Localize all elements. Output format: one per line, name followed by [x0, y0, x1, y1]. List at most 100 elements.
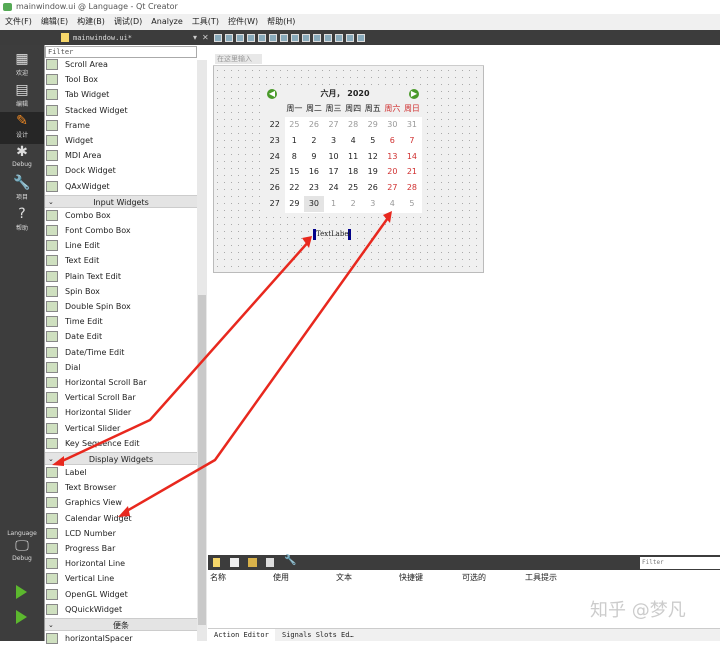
calendar-day[interactable]: 5 — [402, 196, 422, 212]
widget-item[interactable]: Progress Bar — [46, 541, 196, 556]
menu-item[interactable]: 构建(B) — [77, 14, 105, 30]
widget-item[interactable]: OpenGL Widget — [46, 587, 196, 602]
calendar-day[interactable]: 19 — [363, 164, 383, 180]
widget-item[interactable]: Stacked Widget — [46, 103, 196, 118]
widget-item[interactable]: Horizontal Line — [46, 556, 196, 571]
calendar-day[interactable]: 8 — [285, 149, 305, 165]
widget-item[interactable]: Graphics View — [46, 495, 196, 510]
column-header[interactable]: 快捷键 — [399, 572, 423, 583]
calendar-day[interactable]: 30 — [383, 117, 403, 133]
calendar-day[interactable]: 10 — [324, 149, 344, 165]
widget-item[interactable]: Time Edit — [46, 314, 196, 329]
layout-tool-icon[interactable] — [312, 33, 321, 42]
type-here-menu[interactable]: 在这里输入 — [215, 54, 262, 64]
calendar-month-year[interactable]: 六月， 2020 — [300, 88, 390, 99]
layout-tool-icon[interactable] — [213, 33, 222, 42]
calendar-day[interactable]: 2 — [304, 133, 324, 149]
calendar-day[interactable]: 1 — [285, 133, 305, 149]
menu-item[interactable]: 帮助(H) — [267, 14, 295, 30]
calendar-day[interactable]: 23 — [304, 180, 324, 196]
calendar-day[interactable]: 4 — [343, 133, 363, 149]
calendar-day[interactable]: 31 — [402, 117, 422, 133]
calendar-day[interactable]: 6 — [383, 133, 403, 149]
file-tab[interactable]: mainwindow.ui* — [73, 34, 193, 42]
text-label-widget[interactable]: TextLabel — [313, 229, 351, 240]
calendar-day[interactable]: 21 — [402, 164, 422, 180]
widget-item[interactable]: Vertical Slider — [46, 421, 196, 436]
mode-bug[interactable]: ✱ Debug — [0, 143, 44, 175]
layout-tool-icon[interactable] — [290, 33, 299, 42]
widget-item[interactable]: Frame — [46, 118, 196, 133]
mode-wrench[interactable]: 🔧 项目 — [0, 174, 44, 206]
menu-item[interactable]: 编辑(E) — [41, 14, 68, 30]
scrollbar-thumb[interactable] — [198, 295, 206, 625]
calendar-day[interactable]: 26 — [363, 180, 383, 196]
calendar-day[interactable]: 24 — [324, 180, 344, 196]
calendar-day[interactable]: 29 — [285, 196, 305, 212]
widget-item[interactable]: Vertical Line — [46, 571, 196, 586]
widget-item[interactable]: Key Sequence Edit — [46, 436, 196, 451]
column-header[interactable]: 工具提示 — [525, 572, 557, 583]
calendar-day[interactable]: 9 — [304, 149, 324, 165]
widget-category-header[interactable]: ⌄ Input Widgets — [45, 194, 197, 208]
widget-item[interactable]: Plain Text Edit — [46, 269, 196, 284]
widget-item[interactable]: QAxWidget — [46, 179, 196, 194]
mode-grid[interactable]: ▦ 欢迎 — [0, 50, 44, 82]
prev-month-icon[interactable]: ◀ — [267, 89, 277, 99]
menu-item[interactable]: Analyze — [151, 14, 183, 30]
widget-item[interactable]: Widget — [46, 133, 196, 148]
calendar-day[interactable]: 20 — [383, 164, 403, 180]
close-icon[interactable]: ✕ — [202, 33, 209, 42]
new-action-icon[interactable] — [213, 558, 220, 567]
calendar-day[interactable]: 13 — [383, 149, 403, 165]
calendar-day[interactable]: 3 — [363, 196, 383, 212]
layout-tool-icon[interactable] — [279, 33, 288, 42]
column-header[interactable]: 名称 — [210, 572, 226, 583]
mode-document[interactable]: ▤ 编辑 — [0, 81, 44, 113]
kit-selector[interactable]: Language 🖵 Debug — [0, 530, 44, 575]
calendar-day[interactable]: 5 — [363, 133, 383, 149]
menu-item[interactable]: 文件(F) — [5, 14, 32, 30]
widget-item[interactable]: Spin Box — [46, 284, 196, 299]
layout-tool-icon[interactable] — [301, 33, 310, 42]
layout-tool-icon[interactable] — [356, 33, 365, 42]
layout-tool-icon[interactable] — [257, 33, 266, 42]
widget-item[interactable]: Date/Time Edit — [46, 345, 196, 360]
widget-item[interactable]: Tool Box — [46, 72, 196, 87]
mode-help[interactable]: ? 帮助 — [0, 205, 44, 237]
calendar-day[interactable]: 15 — [285, 164, 305, 180]
tab-action-editor[interactable]: Action Editor — [208, 629, 275, 641]
widget-item[interactable]: Scroll Area — [46, 57, 196, 72]
widget-item[interactable]: Horizontal Scroll Bar — [46, 375, 196, 390]
calendar-day[interactable]: 29 — [363, 117, 383, 133]
calendar-day[interactable]: 2 — [343, 196, 363, 212]
calendar-day[interactable]: 14 — [402, 149, 422, 165]
widget-item[interactable]: Label — [46, 465, 196, 480]
menu-item[interactable]: 工具(T) — [192, 14, 219, 30]
calendar-day[interactable]: 12 — [363, 149, 383, 165]
column-header[interactable]: 文本 — [336, 572, 352, 583]
calendar-day[interactable]: 25 — [285, 117, 305, 133]
widget-item[interactable]: Text Browser — [46, 480, 196, 495]
widget-item[interactable]: Double Spin Box — [46, 299, 196, 314]
calendar-day[interactable]: 28 — [402, 180, 422, 196]
layout-tool-icon[interactable] — [268, 33, 277, 42]
widget-item[interactable]: Horizontal Slider — [46, 405, 196, 420]
calendar-day[interactable]: 7 — [402, 133, 422, 149]
calendar-day[interactable]: 16 — [304, 164, 324, 180]
debug-run-icon[interactable] — [16, 610, 27, 624]
calendar-day[interactable]: 26 — [304, 117, 324, 133]
calendar-day[interactable]: 25 — [343, 180, 363, 196]
calendar-day[interactable]: 11 — [343, 149, 363, 165]
tab-signals-slots[interactable]: Signals Slots Ed… — [276, 629, 360, 641]
next-month-icon[interactable]: ▶ — [409, 89, 419, 99]
dropdown-icon[interactable]: ▾ — [193, 33, 197, 42]
run-icon[interactable] — [16, 585, 27, 599]
widget-item[interactable]: Tab Widget — [46, 87, 196, 102]
widget-item[interactable]: LCD Number — [46, 526, 196, 541]
copy-action-icon[interactable] — [230, 558, 239, 567]
widget-item[interactable]: Font Combo Box — [46, 223, 196, 238]
column-header[interactable]: 使用 — [273, 572, 289, 583]
calendar-day[interactable]: 27 — [324, 117, 344, 133]
delete-action-icon[interactable] — [266, 558, 274, 567]
